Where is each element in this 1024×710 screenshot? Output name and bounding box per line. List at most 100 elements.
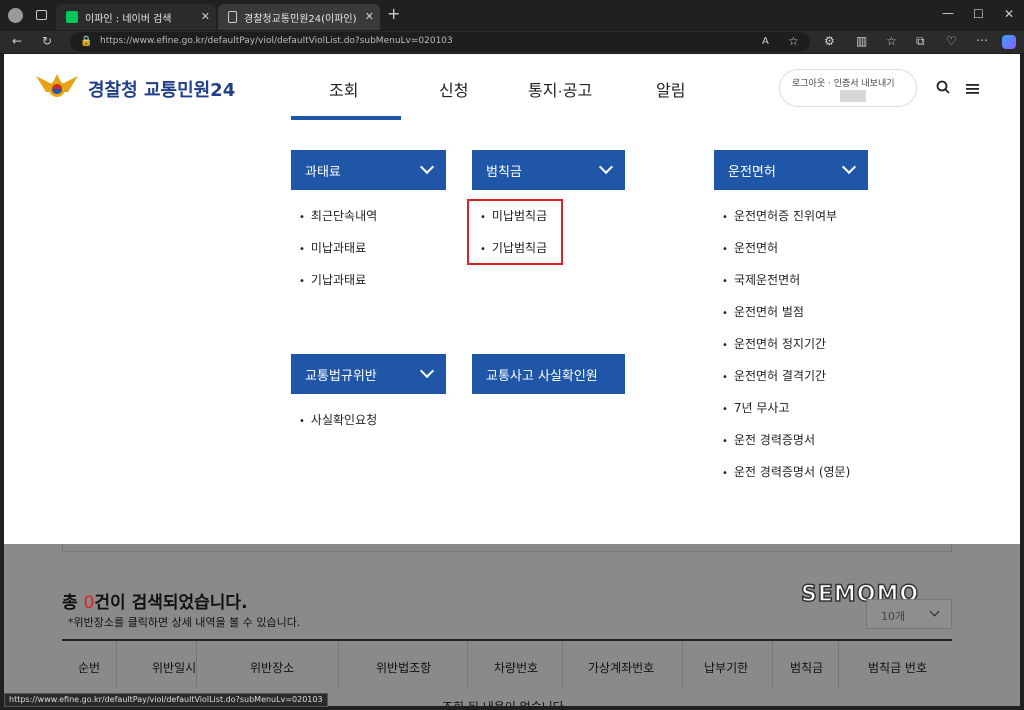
col-divider	[838, 641, 839, 689]
profile-avatar[interactable]	[8, 8, 23, 23]
chevron-down-icon	[598, 159, 614, 175]
page-size-select[interactable]: 10개	[866, 599, 952, 629]
tab-naver-search[interactable]: 이파인 : 네이버 검색 ✕	[56, 4, 216, 30]
read-aloud-icon[interactable]: A	[762, 35, 769, 49]
category-label: 범칙금	[486, 164, 522, 180]
nav-active-underline	[291, 116, 401, 120]
category-accident-cert[interactable]: 교통사고 사실확인원	[472, 354, 625, 394]
empty-message: 조회 된 내용이 없습니다.	[442, 698, 568, 706]
chevron-down-icon	[419, 363, 435, 379]
menu-item-unpaid-fine[interactable]: 미납과태료	[299, 239, 366, 256]
hamburger-menu-icon[interactable]	[966, 80, 979, 99]
favorites-icon[interactable]: ☆	[886, 34, 897, 48]
category-label: 교통사고 사실확인원	[486, 368, 598, 384]
col-header-penalty: 범칙금	[790, 661, 824, 675]
favorite-star-icon[interactable]: ☆	[788, 34, 799, 48]
col-divider	[562, 641, 563, 689]
category-label: 과태료	[305, 164, 341, 180]
new-tab-button[interactable]: +	[387, 6, 400, 22]
menu-item-intl-license[interactable]: 국제운전면허	[722, 271, 800, 288]
result-count: 0	[83, 593, 95, 613]
health-icon[interactable]: ♡	[946, 34, 957, 48]
menu-item-suspension[interactable]: 운전면허 정지기간	[722, 335, 826, 352]
menu-item-paid-penalty[interactable]: 기납범칙금	[480, 239, 547, 256]
category-label: 교통법규위반	[305, 368, 377, 384]
split-screen-icon[interactable]: ▥	[856, 34, 867, 48]
chevron-down-icon	[929, 606, 940, 617]
menu-item-license[interactable]: 운전면허	[722, 239, 778, 256]
menu-item-driving-record[interactable]: 운전 경력증명서	[722, 431, 815, 448]
site-logo-text[interactable]: 경찰청 교통민원24	[88, 76, 235, 102]
category-license[interactable]: 운전면허	[714, 150, 868, 190]
browser-titlebar: 이파인 : 네이버 검색 ✕ 경찰청교통민원24(이파인) ✕ + — ☐ ✕	[0, 0, 1024, 31]
nav-lookup[interactable]: 조회	[329, 77, 358, 101]
menu-item-disqualification[interactable]: 운전면허 결격기간	[722, 367, 826, 384]
lock-icon: 🔒	[80, 36, 93, 47]
extensions-icon[interactable]: ⚙	[824, 34, 835, 48]
menu-item-unpaid-penalty[interactable]: 미납범칙금	[480, 207, 547, 224]
category-label: 운전면허	[728, 164, 776, 180]
browser-toolbar: ← ↻ 🔒 https://www.efine.go.kr/defaultPay…	[0, 31, 1024, 53]
results-note: *위반장소를 클릭하면 상세 내역을 볼 수 있습니다.	[68, 616, 301, 629]
more-menu-icon[interactable]: ⋯	[976, 33, 988, 47]
masked-user-name	[840, 90, 866, 102]
minimize-icon[interactable]: —	[942, 6, 954, 20]
summary-prefix: 총	[62, 593, 84, 613]
col-divider	[338, 641, 339, 689]
close-tab-icon[interactable]: ✕	[365, 10, 374, 23]
menu-item-paid-fine[interactable]: 기납과태료	[299, 271, 366, 288]
col-header-vehicle: 차량번호	[494, 661, 539, 675]
col-divider	[682, 641, 683, 689]
col-divider	[116, 641, 117, 689]
category-fine[interactable]: 과태료	[291, 150, 446, 190]
col-header-account: 가상계좌번호	[588, 661, 655, 675]
col-header-penalty-no: 범칙금 번호	[868, 661, 928, 675]
nav-apply[interactable]: 신청	[439, 77, 468, 101]
menu-item-fact-check[interactable]: 사실확인요청	[299, 411, 377, 428]
refresh-icon[interactable]: ↻	[42, 34, 52, 48]
page-size-value: 10개	[881, 610, 906, 623]
naver-favicon-icon	[66, 11, 78, 23]
tab-actions-icon[interactable]	[36, 10, 47, 20]
menu-item-license-points[interactable]: 운전면허 벌점	[722, 303, 804, 320]
nav-alert[interactable]: 알림	[656, 77, 685, 101]
url-text: https://www.efine.go.kr/defaultPay/viol/…	[100, 36, 453, 46]
collections-icon[interactable]: ⧉	[916, 34, 925, 48]
col-divider	[467, 641, 468, 689]
search-icon[interactable]	[936, 79, 950, 98]
chevron-down-icon	[841, 159, 857, 175]
col-header-no: 순번	[78, 661, 101, 675]
close-window-icon[interactable]: ✕	[1004, 7, 1014, 21]
summary-suffix: 건이 검색되었습니다.	[94, 593, 248, 613]
status-bar-url: https://www.efine.go.kr/defaultPay/viol/…	[4, 693, 328, 707]
results-summary: 총 0건이 검색되었습니다.	[62, 588, 248, 613]
maximize-icon[interactable]: ☐	[973, 7, 984, 21]
page-favicon-icon	[228, 11, 237, 23]
col-header-due: 납부기한	[704, 661, 749, 675]
login-box[interactable]: 로그아웃 · 인증서 내보내기	[779, 69, 917, 107]
web-page: 경찰청 교통민원24 조회 신청 통지·공고 알림 로그아웃 · 인증서 내보내…	[4, 54, 1020, 706]
tab-title: 이파인 : 네이버 검색	[85, 13, 172, 25]
col-header-datetime: 위반일시	[152, 661, 197, 675]
logout-cert-link[interactable]: 로그아웃 · 인증서 내보내기	[792, 76, 895, 89]
category-penalty[interactable]: 범칙금	[472, 150, 625, 190]
dimmed-overlay: 총 0건이 검색되었습니다. *위반장소를 클릭하면 상세 내역을 볼 수 있습…	[4, 544, 1020, 706]
police-emblem-icon	[34, 70, 80, 102]
nav-notice[interactable]: 통지·공고	[528, 77, 592, 101]
search-box-edge	[62, 544, 952, 552]
col-header-location: 위반장소	[250, 661, 295, 675]
tab-title: 경찰청교통민원24(이파인)	[244, 13, 357, 25]
menu-item-no-accident[interactable]: 7년 무사고	[722, 399, 790, 416]
chevron-down-icon	[419, 159, 435, 175]
close-tab-icon[interactable]: ✕	[201, 10, 210, 23]
tab-efine[interactable]: 경찰청교통민원24(이파인) ✕	[218, 4, 380, 30]
back-icon[interactable]: ←	[12, 34, 22, 48]
menu-item-driving-record-en[interactable]: 운전 경력증명서 (영문)	[722, 463, 850, 480]
col-header-law: 위반법조항	[376, 661, 432, 675]
copilot-icon[interactable]	[1002, 35, 1016, 49]
menu-item-license-verify[interactable]: 운전면허증 진위여부	[722, 207, 837, 224]
menu-item-recent-enforcement[interactable]: 최근단속내역	[299, 207, 377, 224]
category-violation[interactable]: 교통법규위반	[291, 354, 446, 394]
col-divider	[772, 641, 773, 689]
address-bar[interactable]: 🔒 https://www.efine.go.kr/defaultPay/vio…	[70, 32, 810, 52]
